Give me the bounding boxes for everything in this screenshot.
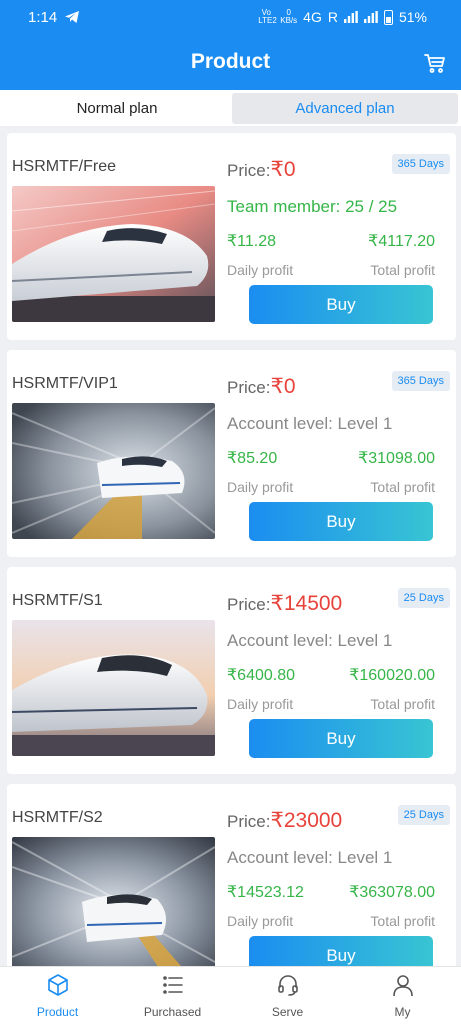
plan-tabs: Normal plan Advanced plan	[0, 90, 461, 126]
daily-profit-value: ₹85.20	[227, 450, 278, 467]
total-profit-value: ₹4117.20	[368, 233, 435, 250]
daily-profit-label: Daily profit	[227, 262, 294, 278]
signal-icon-2	[363, 11, 378, 23]
status-bar: 1:14 Vo LTE2 0 KB/s 4G R 51%	[0, 0, 461, 36]
price: Price:₹14500	[227, 591, 342, 616]
price: Price:₹0	[227, 374, 296, 399]
total-profit-label: Total profit	[370, 696, 435, 712]
product-name: HSRMTF/S1	[12, 592, 103, 609]
price-label: Price:	[227, 595, 271, 614]
status-time: 1:14	[28, 9, 58, 26]
price-label: Price:	[227, 161, 271, 180]
buy-button[interactable]: Buy	[249, 936, 433, 966]
total-profit-value: ₹160020.00	[349, 667, 435, 684]
daily-profit-value: ₹6400.80	[227, 667, 296, 684]
bottom-nav: Product Purchased Serve My	[0, 966, 461, 1024]
price-label: Price:	[227, 378, 271, 397]
product-image	[12, 620, 215, 756]
app-header: Product	[0, 36, 461, 90]
nav-label: Serve	[271, 1005, 304, 1019]
product-card: HSRMTF/S2 Price:₹23000 25 Days Account l…	[7, 784, 456, 966]
price: Price:₹23000	[227, 808, 342, 833]
buy-button[interactable]: Buy	[249, 285, 433, 324]
team-member-info: Team member: 25 / 25	[227, 197, 398, 216]
total-profit-value: ₹363078.00	[349, 884, 435, 901]
nav-my[interactable]: My	[345, 967, 460, 1024]
duration-badge: 365 Days	[391, 154, 450, 174]
signal-icon	[343, 11, 358, 23]
total-profit-value: ₹31098.00	[358, 450, 435, 467]
duration-badge: 25 Days	[397, 588, 450, 608]
daily-profit-label: Daily profit	[227, 479, 294, 495]
telegram-icon	[65, 11, 79, 23]
total-profit-label: Total profit	[370, 913, 435, 929]
price-value: ₹14500	[270, 592, 343, 615]
total-profit-label: Total profit	[370, 262, 435, 278]
duration-badge: 25 Days	[397, 805, 450, 825]
product-image	[12, 186, 215, 322]
account-level-info: Account level: Level 1	[227, 631, 393, 650]
nav-product[interactable]: Product	[0, 967, 115, 1024]
account-level-info: Account level: Level 1	[227, 848, 393, 867]
page-title: Product	[190, 50, 271, 73]
product-card: HSRMTF/Free Price:₹0 365 Days Team membe…	[7, 133, 456, 340]
total-profit-label: Total profit	[370, 479, 435, 495]
cart-icon[interactable]	[423, 51, 447, 75]
tab-advanced-plan[interactable]: Advanced plan	[232, 93, 458, 124]
product-card: HSRMTF/S1 Price:₹14500 25 Days Account l…	[7, 567, 456, 774]
headset-icon	[278, 975, 298, 996]
battery-level: 51%	[398, 9, 427, 25]
duration-badge: 365 Days	[391, 371, 450, 391]
network-type: 4G	[303, 9, 322, 25]
price-value: ₹0	[270, 375, 296, 398]
cube-icon	[48, 974, 68, 996]
daily-profit-value: ₹11.28	[227, 233, 277, 250]
account-level-info: Account level: Level 1	[227, 414, 393, 433]
status-indicators: Vo LTE2 0 KB/s 4G R 51%	[258, 8, 427, 26]
speed-indicator: 0 KB/s	[280, 9, 297, 25]
user-icon	[393, 975, 413, 997]
volte-indicator: Vo LTE2	[258, 8, 277, 25]
daily-profit-value: ₹14523.12	[227, 884, 304, 901]
nav-serve[interactable]: Serve	[230, 967, 345, 1024]
product-image	[12, 403, 215, 539]
product-list[interactable]: HSRMTF/Free Price:₹0 365 Days Team membe…	[0, 126, 461, 966]
price-label: Price:	[227, 812, 271, 831]
product-name: HSRMTF/S2	[12, 809, 103, 826]
battery-icon	[383, 9, 393, 25]
product-image	[12, 837, 215, 966]
buy-button[interactable]: Buy	[249, 719, 433, 758]
tab-normal-plan[interactable]: Normal plan	[4, 93, 230, 124]
roaming-indicator: R	[327, 9, 338, 25]
nav-label: My	[394, 1005, 411, 1019]
price-value: ₹0	[270, 158, 296, 181]
product-name: HSRMTF/VIP1	[12, 375, 118, 392]
daily-profit-label: Daily profit	[227, 696, 294, 712]
nav-purchased[interactable]: Purchased	[115, 967, 230, 1024]
speed-unit: KB/s	[280, 16, 298, 25]
price-value: ₹23000	[270, 809, 343, 832]
nav-label: Product	[36, 1005, 79, 1019]
price: Price:₹0	[227, 157, 296, 182]
product-name: HSRMTF/Free	[12, 158, 116, 175]
daily-profit-label: Daily profit	[227, 913, 294, 929]
buy-button[interactable]: Buy	[249, 502, 433, 541]
product-card: HSRMTF/VIP1 Price:₹0 365 Days Account le…	[7, 350, 456, 557]
nav-label: Purchased	[143, 1005, 202, 1019]
list-icon	[163, 976, 183, 994]
